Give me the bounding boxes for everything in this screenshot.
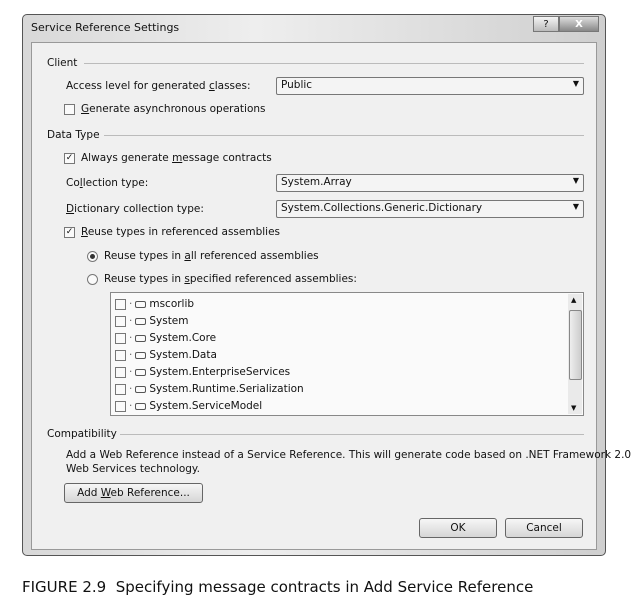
- dictionary-type-combo[interactable]: System.Collections.Generic.Dictionary ▼: [276, 200, 584, 218]
- tree-line-icon: ·: [129, 332, 133, 344]
- scroll-up-icon[interactable]: ▲: [571, 296, 576, 304]
- scroll-down-icon[interactable]: ▼: [571, 404, 576, 412]
- dictionary-type-label: Dictionary collection type:: [66, 203, 204, 215]
- assembly-name: System.Core: [149, 332, 217, 344]
- assembly-icon: [135, 368, 147, 376]
- assembly-checkbox[interactable]: [115, 366, 126, 378]
- reuse-types-checkbox[interactable]: ✓: [64, 227, 75, 238]
- close-button[interactable]: X: [559, 16, 599, 32]
- data-type-group-label: Data Type: [47, 129, 100, 141]
- assembly-icon: [135, 385, 147, 393]
- assembly-icon: [135, 334, 147, 342]
- divider: [120, 434, 584, 435]
- reuse-specified-radio[interactable]: [87, 274, 98, 285]
- compatibility-description-2: Web Services technology.: [66, 463, 200, 475]
- divider: [104, 135, 584, 136]
- tree-line-icon: ·: [129, 315, 133, 327]
- collection-type-label: Collection type:: [66, 177, 149, 189]
- divider: [84, 63, 584, 64]
- reuse-types-label: Reuse types in referenced assemblies: [81, 226, 281, 238]
- async-checkbox[interactable]: [64, 104, 75, 115]
- scrollbar[interactable]: ▲ ▼: [568, 294, 582, 414]
- assembly-checkbox[interactable]: [115, 400, 126, 412]
- reuse-specified-label: Reuse types in specified referenced asse…: [104, 273, 357, 285]
- assembly-icon: [135, 351, 147, 359]
- tree-line-icon: ·: [129, 400, 133, 412]
- cancel-button[interactable]: Cancel: [505, 518, 583, 538]
- assembly-checkbox[interactable]: [115, 315, 126, 327]
- tree-line-icon: ·: [129, 349, 133, 361]
- assembly-icon: [135, 317, 147, 325]
- message-contracts-checkbox[interactable]: ✓: [64, 153, 75, 164]
- assembly-icon: [135, 402, 147, 410]
- figure-caption: FIGURE 2.9 Specifying message contracts …: [22, 578, 534, 596]
- assembly-name: System.Data: [149, 349, 217, 361]
- assembly-checkbox[interactable]: [115, 349, 126, 361]
- scroll-thumb[interactable]: [569, 310, 582, 380]
- assembly-list-item[interactable]: · System.Runtime.Serialization: [115, 381, 304, 397]
- help-button[interactable]: ?: [533, 16, 559, 32]
- compatibility-description-1: Add a Web Reference instead of a Service…: [66, 449, 632, 461]
- assembly-list-item[interactable]: · System.Data: [115, 347, 217, 363]
- message-contracts-label: Always generate message contracts: [81, 152, 272, 164]
- reuse-all-radio[interactable]: [87, 251, 98, 262]
- add-web-reference-button[interactable]: Add Web Reference...: [64, 483, 203, 503]
- tree-line-icon: ·: [129, 383, 133, 395]
- async-label: Generate asynchronous operations: [81, 103, 266, 115]
- assemblies-list[interactable]: · mscorlib · System · System.Core · System.Data…: [110, 292, 584, 416]
- assembly-checkbox[interactable]: [115, 332, 126, 344]
- assembly-name: System.EnterpriseServices: [149, 366, 291, 378]
- collection-type-combo[interactable]: System.Array ▼: [276, 174, 584, 192]
- assembly-name: System.Runtime.Serialization: [149, 383, 304, 395]
- window-title: Service Reference Settings: [31, 21, 180, 34]
- assembly-name: System: [149, 315, 189, 327]
- tree-line-icon: ·: [129, 298, 133, 310]
- assembly-list-item[interactable]: · System.EnterpriseServices: [115, 364, 290, 380]
- assembly-list-item[interactable]: · System.ServiceModel: [115, 398, 262, 414]
- assembly-icon: [135, 300, 147, 308]
- assembly-checkbox[interactable]: [115, 298, 126, 310]
- assembly-list-item[interactable]: · mscorlib: [115, 296, 194, 312]
- access-level-combo[interactable]: Public ▼: [276, 77, 584, 95]
- chevron-down-icon: ▼: [572, 202, 579, 211]
- assembly-name: System.ServiceModel: [149, 400, 263, 412]
- reuse-all-label: Reuse types in all referenced assemblies: [104, 250, 319, 262]
- client-group-label: Client: [47, 57, 78, 69]
- assembly-name: mscorlib: [149, 298, 195, 310]
- assembly-checkbox[interactable]: [115, 383, 126, 395]
- ok-button[interactable]: OK: [419, 518, 497, 538]
- chevron-down-icon: ▼: [572, 79, 579, 88]
- access-level-label: Access level for generated classes:: [66, 80, 251, 92]
- assembly-list-item[interactable]: · System.Core: [115, 330, 216, 346]
- tree-line-icon: ·: [129, 366, 133, 378]
- compatibility-group-label: Compatibility: [47, 428, 117, 440]
- chevron-down-icon: ▼: [572, 176, 579, 185]
- assembly-list-item[interactable]: · System: [115, 313, 189, 329]
